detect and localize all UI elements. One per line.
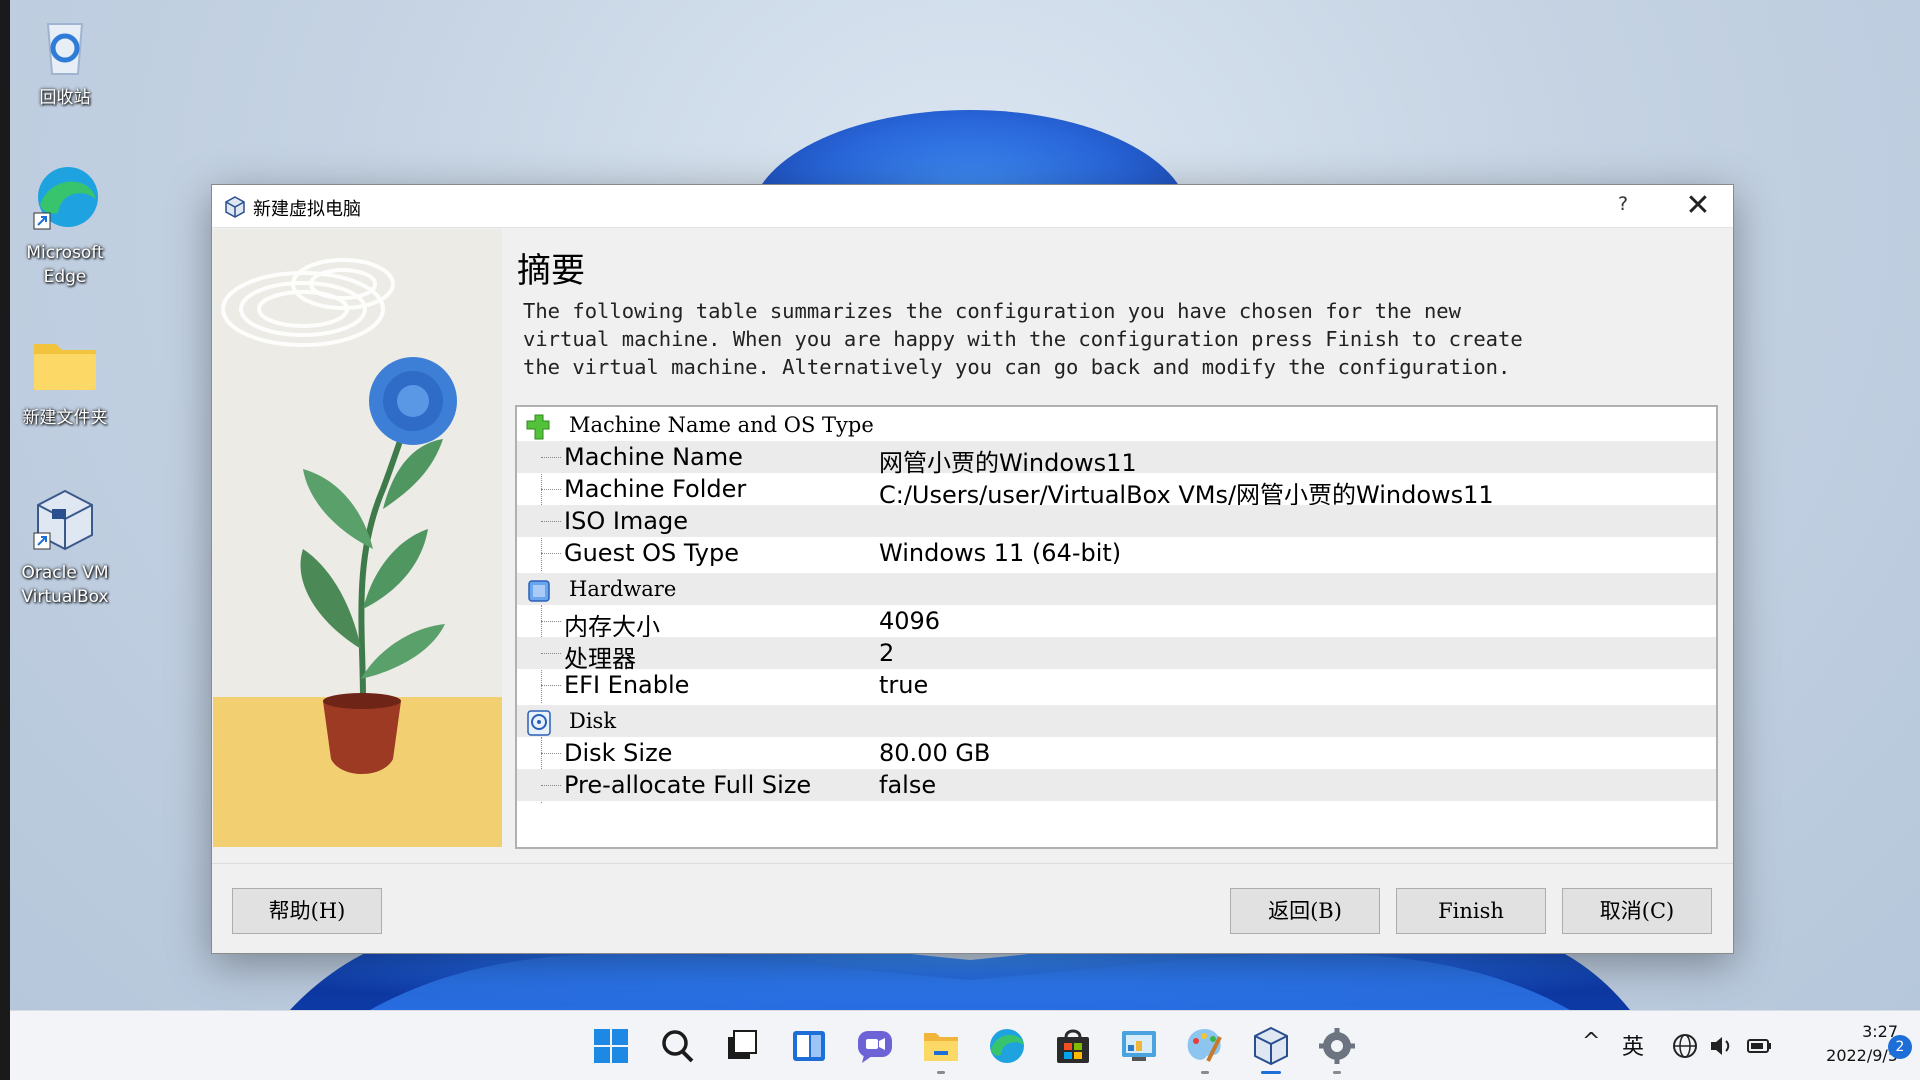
tree-branch [541,753,561,754]
tree-branch [541,653,561,654]
wizard-illustration [213,229,502,847]
desktop-icon-virtualbox[interactable]: Oracle VM VirtualBox [10,485,120,609]
group-label-disk: Disk [569,709,617,733]
tree-row[interactable]: Pre-allocate Full Size false [517,769,1716,801]
dialog-title: 新建虚拟电脑 [253,199,361,220]
tree-branch [541,553,561,554]
recycle-bin-label: 回收站 [39,88,91,108]
tree-row[interactable]: Disk Size 80.00 GB [517,737,1716,769]
volume-icon[interactable] [1707,1031,1737,1061]
group-label-machine: Machine Name and OS Type [569,413,874,437]
store-icon[interactable] [1052,1025,1094,1067]
guest-os-key: Guest OS Type [564,539,739,567]
guest-os-value: Windows 11 (64-bit) [879,539,1122,567]
notification-badge[interactable]: 2 [1888,1035,1912,1059]
efi-key: EFI Enable [564,671,690,699]
running-indicator [1333,1071,1341,1074]
tree-row[interactable]: 内存大小 4096 [517,605,1716,641]
task-view-icon[interactable] [722,1025,764,1067]
edge-icon [30,165,100,235]
network-icon[interactable] [1670,1031,1700,1061]
clock-date[interactable]: 2022/9/5 [1788,1046,1898,1065]
cpu-value: 2 [879,639,895,667]
virtualbox-title-icon [223,195,247,219]
running-indicator [937,1071,945,1074]
puzzle-icon [525,413,553,441]
search-icon[interactable] [656,1025,698,1067]
clock-time[interactable]: 3:27 [1828,1022,1898,1041]
tree-branch [541,521,561,522]
desktop-icon-recycle-bin[interactable]: 回收站 [10,10,120,110]
desktop-icon-edge[interactable]: Microsoft Edge [10,165,120,289]
summary-description: The following table summarizes the confi… [523,299,1523,379]
memory-value: 4096 [879,607,941,635]
machine-name-key: Machine Name [564,443,743,471]
edge-icon[interactable] [986,1025,1028,1067]
tree-branch [541,785,561,786]
desktop-icon-new-folder[interactable]: 新建文件夹 [10,330,120,430]
cancel-button[interactable]: 取消(C) [1562,888,1712,934]
tree-branch [541,457,561,458]
virtualbox-icon[interactable] [1250,1025,1292,1067]
virtualbox-icon [30,485,100,555]
start-icon[interactable] [590,1025,632,1067]
summary-tree[interactable]: Machine Name and OS Type Machine Name 网管… [515,405,1718,849]
tree-row[interactable]: ISO Image [517,505,1716,537]
disk-size-key: Disk Size [564,739,673,767]
tree-row[interactable]: 处理器 2 [517,637,1716,673]
page-title: 摘要 [517,251,585,291]
paint-icon[interactable] [1184,1025,1226,1067]
tree-branch [541,621,561,622]
tree-row[interactable]: Machine Folder C:/Users/user/VirtualBox … [517,473,1716,509]
machine-folder-key: Machine Folder [564,475,747,503]
virtualbox-label-line1: Oracle VM [21,563,109,583]
disk-size-value: 80.00 GB [879,739,991,767]
file-explorer-icon[interactable] [920,1025,962,1067]
virtualbox-label-line2: VirtualBox [21,587,109,607]
help-button[interactable]: 帮助(H) [232,888,382,934]
context-help-button[interactable]: ? [1603,193,1643,221]
efi-value: true [879,671,929,699]
battery-icon[interactable] [1744,1031,1774,1061]
widgets-icon[interactable] [788,1025,830,1067]
tree-row[interactable]: Guest OS Type Windows 11 (64-bit) [517,537,1716,569]
folder-icon [30,330,100,400]
control-panel-icon[interactable] [1118,1025,1160,1067]
preallocate-value: false [879,771,937,799]
dialog-titlebar[interactable]: 新建虚拟电脑 ? ✕ [212,185,1733,228]
active-indicator [1261,1071,1281,1074]
edge-label-line1: Microsoft [26,243,104,263]
chip-icon [525,577,553,605]
settings-icon[interactable] [1316,1025,1358,1067]
running-indicator [1201,1071,1209,1074]
tree-branch [541,685,561,686]
screen-edge [0,0,10,1080]
tree-branch [541,489,561,490]
close-button[interactable]: ✕ [1673,189,1723,225]
taskbar: ^ 英 3:27 2022/9/5 2 [10,1010,1920,1080]
flower-illustration [221,258,457,774]
back-button[interactable]: 返回(B) [1230,888,1380,934]
tree-row[interactable]: Machine Name 网管小贾的Windows11 [517,441,1716,477]
ime-indicator[interactable]: 英 [1622,1029,1644,1061]
group-row-machine[interactable]: Machine Name and OS Type [517,409,1716,441]
tree-row[interactable]: EFI Enable true [517,669,1716,701]
disk-icon [525,709,553,737]
group-row-hardware[interactable]: Hardware [517,573,1716,605]
chat-icon[interactable] [854,1025,896,1067]
recycle-bin-icon [30,10,100,80]
group-row-disk[interactable]: Disk [517,705,1716,737]
new-vm-dialog: 新建虚拟电脑 ? ✕ 摘要 The following table summar… [211,184,1734,954]
finish-button[interactable]: Finish [1396,888,1546,934]
group-label-hardware: Hardware [569,577,677,601]
new-folder-label: 新建文件夹 [22,408,108,428]
iso-image-key: ISO Image [564,507,688,535]
footer-divider [212,863,1733,864]
preallocate-key: Pre-allocate Full Size [564,771,812,799]
tray-overflow-button[interactable]: ^ [1582,1029,1600,1054]
edge-label-line2: Edge [43,267,87,287]
